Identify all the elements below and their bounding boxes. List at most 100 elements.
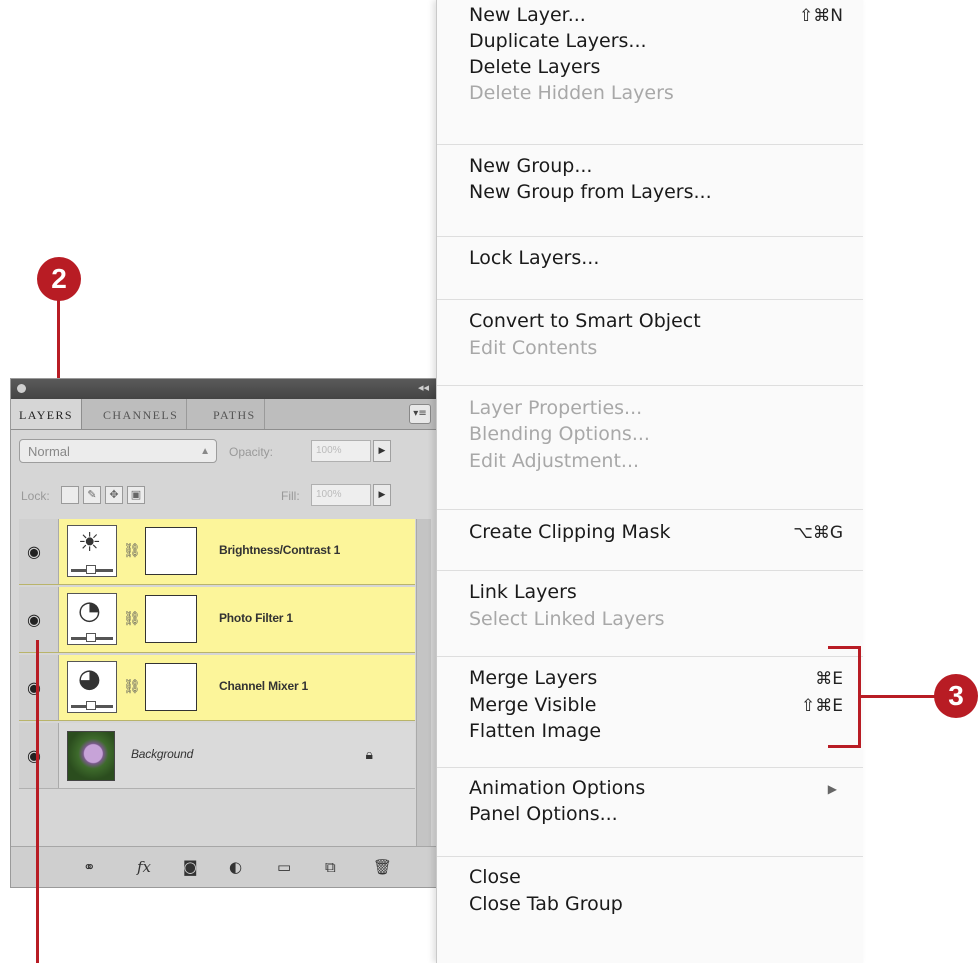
menu-item-merge-layers[interactable]: Merge Layers bbox=[469, 667, 597, 689]
opacity-slider-button[interactable]: ▶ bbox=[373, 440, 391, 462]
new-layer-icon[interactable]: ⧉ bbox=[325, 858, 336, 876]
bracket-connector bbox=[860, 695, 938, 698]
menu-separator bbox=[437, 299, 863, 300]
menu-item-new-group-from-layers[interactable]: New Group from Layers... bbox=[469, 181, 712, 203]
lock-transparent-icon[interactable] bbox=[61, 486, 79, 504]
tab-paths[interactable]: PATHS bbox=[205, 399, 265, 429]
fill-label: Fill: bbox=[281, 489, 300, 503]
tab-layers[interactable]: LAYERS bbox=[11, 399, 82, 429]
mask-icon[interactable]: ◙ bbox=[183, 858, 198, 876]
submenu-arrow-icon: ▶ bbox=[827, 782, 837, 796]
tab-channels[interactable]: CHANNELS bbox=[95, 399, 188, 429]
layer-row-channel-mixer[interactable]: ◉ ◕ ⛓ Channel Mixer 1 bbox=[19, 655, 415, 721]
adjustment-thumbnail[interactable]: ◕ bbox=[67, 661, 117, 713]
bracket-top bbox=[828, 646, 860, 649]
menu-item-flatten-image[interactable]: Flatten Image bbox=[469, 720, 601, 742]
layer-row-background[interactable]: ◉ Background 🔒︎ bbox=[19, 723, 415, 789]
layer-name[interactable]: Channel Mixer 1 bbox=[219, 679, 308, 693]
visibility-toggle[interactable]: ◉ bbox=[19, 655, 59, 720]
mask-link-icon[interactable]: ⛓ bbox=[123, 679, 141, 695]
panel-bottom-bar: ⚭ fx ◙ ◐ ▭ ⧉ 🗑︎ bbox=[11, 846, 437, 887]
opacity-field[interactable]: 100% bbox=[311, 440, 371, 462]
menu-item-edit-adjustment: Edit Adjustment... bbox=[469, 450, 640, 472]
adjustment-thumbnail[interactable]: ☀ bbox=[67, 525, 117, 577]
menu-item-lock-layers[interactable]: Lock Layers... bbox=[469, 247, 599, 269]
lock-position-move-icon[interactable]: ✥ bbox=[105, 486, 123, 504]
shortcut-new-layer: ⇧⌘N bbox=[799, 6, 843, 26]
blend-mode-select[interactable]: Normal ▲ bbox=[19, 439, 217, 463]
menu-item-convert-to-smart-object[interactable]: Convert to Smart Object bbox=[469, 310, 701, 332]
eye-icon[interactable]: ◉ bbox=[27, 610, 41, 629]
fill-slider-button[interactable]: ▶ bbox=[373, 484, 391, 506]
visibility-toggle[interactable]: ◉ bbox=[19, 519, 59, 584]
menu-item-close-tab-group[interactable]: Close Tab Group bbox=[469, 893, 623, 915]
layer-name[interactable]: Background bbox=[131, 747, 193, 761]
layers-scrollbar[interactable] bbox=[416, 519, 431, 849]
eye-icon[interactable]: ◉ bbox=[27, 542, 41, 561]
layer-name[interactable]: Brightness/Contrast 1 bbox=[219, 543, 340, 557]
menu-item-blending-options: Blending Options... bbox=[469, 423, 650, 445]
menu-item-create-clipping-mask[interactable]: Create Clipping Mask bbox=[469, 521, 670, 543]
menu-separator bbox=[437, 656, 863, 657]
background-thumbnail[interactable] bbox=[67, 731, 115, 781]
folder-icon[interactable]: ▭ bbox=[277, 858, 291, 876]
shortcut-merge-layers: ⌘E bbox=[815, 669, 843, 689]
menu-item-merge-visible[interactable]: Merge Visible bbox=[469, 694, 596, 716]
callout-number: 2 bbox=[51, 263, 67, 294]
callout-line-1 bbox=[36, 640, 39, 963]
layers-panel-menu: New Layer... ⇧⌘N Duplicate Layers... Del… bbox=[436, 0, 863, 963]
shortcut-create-clipping-mask: ⌥⌘G bbox=[793, 523, 843, 543]
callout-badge-2: 2 bbox=[37, 257, 81, 301]
panel-menu-button[interactable]: ▾≡ bbox=[409, 404, 431, 424]
layer-name[interactable]: Photo Filter 1 bbox=[219, 611, 293, 625]
menu-item-delete-hidden-layers: Delete Hidden Layers bbox=[469, 82, 674, 104]
lock-pixels-brush-icon[interactable]: ✎ bbox=[83, 486, 101, 504]
visibility-toggle[interactable]: ◉ bbox=[19, 587, 59, 652]
mask-link-icon[interactable]: ⛓ bbox=[123, 611, 141, 627]
menu-item-close[interactable]: Close bbox=[469, 866, 521, 888]
panel-titlebar[interactable]: ◂◂ bbox=[11, 379, 437, 399]
menu-item-animation-options[interactable]: Animation Options bbox=[469, 777, 645, 799]
layer-mask-thumbnail[interactable] bbox=[145, 595, 197, 643]
lock-icon: 🔒︎ bbox=[365, 747, 373, 763]
menu-item-new-layer[interactable]: New Layer... bbox=[469, 4, 586, 26]
trash-icon[interactable]: 🗑︎ bbox=[373, 858, 392, 876]
menu-item-panel-options[interactable]: Panel Options... bbox=[469, 803, 618, 825]
menu-item-new-group[interactable]: New Group... bbox=[469, 155, 592, 177]
fill-field[interactable]: 100% bbox=[311, 484, 371, 506]
collapse-icon[interactable]: ◂◂ bbox=[418, 381, 429, 394]
fx-icon[interactable]: fx bbox=[137, 858, 151, 876]
menu-item-link-layers[interactable]: Link Layers bbox=[469, 581, 577, 603]
menu-item-delete-layers[interactable]: Delete Layers bbox=[469, 56, 600, 78]
visibility-toggle[interactable]: ◉ bbox=[19, 723, 59, 788]
callout-badge-3: 3 bbox=[934, 674, 978, 718]
shortcut-merge-visible: ⇧⌘E bbox=[801, 696, 843, 716]
select-arrows-icon: ▲ bbox=[200, 446, 210, 457]
panel-tabs: LAYERS CHANNELS PATHS ▾≡ bbox=[11, 399, 437, 430]
layers-panel: ◂◂ LAYERS CHANNELS PATHS ▾≡ Normal ▲ Opa… bbox=[10, 378, 438, 888]
layer-mask-thumbnail[interactable] bbox=[145, 527, 197, 575]
sun-icon: ☀ bbox=[78, 528, 102, 558]
close-dot-icon[interactable] bbox=[17, 384, 26, 393]
menu-item-select-linked-layers: Select Linked Layers bbox=[469, 608, 665, 630]
menu-item-edit-contents: Edit Contents bbox=[469, 337, 598, 359]
menu-separator bbox=[437, 856, 863, 857]
layer-row-brightness-contrast[interactable]: ◉ ☀ ⛓ Brightness/Contrast 1 bbox=[19, 519, 415, 585]
layer-row-photo-filter[interactable]: ◉ ◔ ⛓ Photo Filter 1 bbox=[19, 587, 415, 653]
menu-separator bbox=[437, 509, 863, 510]
lock-all-icon[interactable]: ▣ bbox=[127, 486, 145, 504]
menu-separator bbox=[437, 570, 863, 571]
layer-mask-thumbnail[interactable] bbox=[145, 663, 197, 711]
mask-link-icon[interactable]: ⛓ bbox=[123, 543, 141, 559]
channel-mixer-icon: ◕ bbox=[78, 664, 101, 694]
menu-separator bbox=[437, 144, 863, 145]
menu-separator bbox=[437, 767, 863, 768]
callout-number: 3 bbox=[948, 680, 964, 711]
adjustment-thumbnail[interactable]: ◔ bbox=[67, 593, 117, 645]
menu-item-duplicate-layers[interactable]: Duplicate Layers... bbox=[469, 30, 647, 52]
bracket-bottom bbox=[828, 745, 860, 748]
lock-label: Lock: bbox=[21, 489, 50, 503]
adjustment-icon[interactable]: ◐ bbox=[229, 858, 242, 876]
blend-mode-value: Normal bbox=[28, 444, 70, 459]
link-icon[interactable]: ⚭ bbox=[83, 858, 96, 876]
